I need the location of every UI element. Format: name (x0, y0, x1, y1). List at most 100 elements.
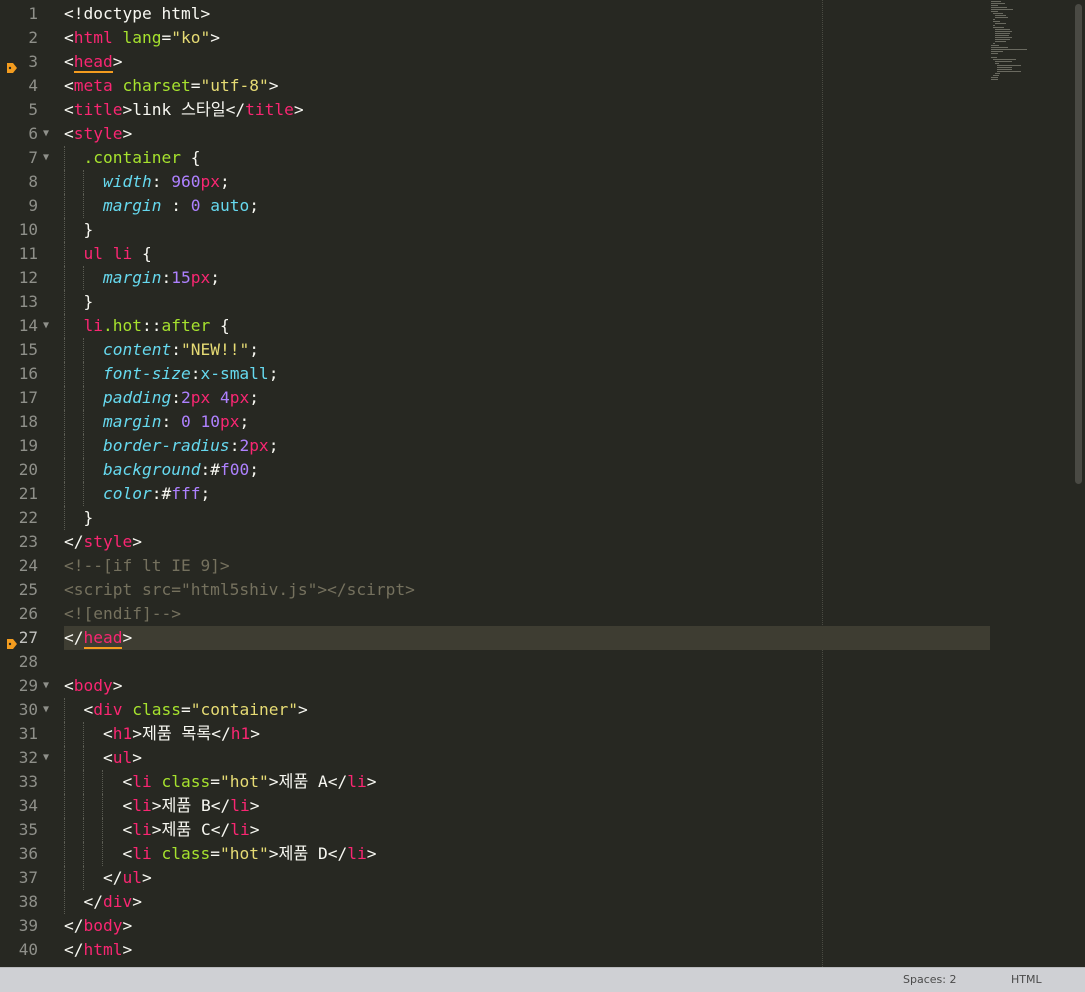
gutter-row[interactable]: 24 (0, 554, 62, 578)
gutter-row[interactable]: 38 (0, 890, 62, 914)
minimap[interactable] (988, 0, 1070, 967)
gutter-row[interactable]: 17 (0, 386, 62, 410)
code-line[interactable]: <title>link 스타일</title> (64, 98, 990, 122)
gutter-row[interactable]: 23 (0, 530, 62, 554)
code-line[interactable]: <li>제품 B</li> (64, 794, 990, 818)
fold-arrow-icon[interactable]: ▼ (43, 674, 49, 698)
code-line[interactable]: } (64, 218, 990, 242)
gutter-row[interactable]: 37 (0, 866, 62, 890)
fold-arrow-icon[interactable]: ▼ (43, 146, 49, 170)
code-line[interactable]: margin: 0 10px; (64, 410, 990, 434)
code-line[interactable]: color:#fff; (64, 482, 990, 506)
fold-arrow-icon[interactable]: ▼ (43, 746, 49, 770)
code-line[interactable]: <li class="hot">제품 A</li> (64, 770, 990, 794)
code-line[interactable]: margin : 0 auto; (64, 194, 990, 218)
code-line[interactable]: font-size:x-small; (64, 362, 990, 386)
code-token: >제품 D</ (268, 844, 348, 863)
code-line[interactable]: margin:15px; (64, 266, 990, 290)
gutter-row[interactable]: 19 (0, 434, 62, 458)
code-line[interactable]: <h1>제품 목록</h1> (64, 722, 990, 746)
gutter-row[interactable]: 4 (0, 74, 62, 98)
code-line[interactable]: padding:2px 4px; (64, 386, 990, 410)
gutter-row[interactable]: 29 ▼ (0, 674, 62, 698)
line-number: 31 (18, 724, 38, 743)
code-line[interactable]: <!doctype html> (64, 2, 990, 26)
gutter-row[interactable]: 7 ▼ (0, 146, 62, 170)
code-line[interactable]: <ul> (64, 746, 990, 770)
gutter-row[interactable]: 40 (0, 938, 62, 962)
scrollbar-thumb[interactable] (1075, 4, 1082, 484)
code-line[interactable]: li.hot::after { (64, 314, 990, 338)
gutter-row[interactable]: 3 (0, 50, 62, 74)
code-token: < (64, 772, 133, 791)
code-line[interactable]: width: 960px; (64, 170, 990, 194)
gutter-row[interactable]: 36 (0, 842, 62, 866)
gutter-row[interactable]: 11 (0, 242, 62, 266)
gutter-row[interactable]: 10 (0, 218, 62, 242)
fold-arrow-icon[interactable]: ▼ (43, 698, 49, 722)
code-area[interactable]: <!doctype html> <html lang="ko"> <head> <me… (64, 0, 994, 967)
gutter-row[interactable]: 34 (0, 794, 62, 818)
code-line[interactable]: </div> (64, 890, 990, 914)
code-line[interactable]: </head> (64, 626, 990, 650)
fold-arrow-icon[interactable]: ▼ (43, 314, 49, 338)
gutter-row[interactable]: 39 (0, 914, 62, 938)
gutter-row[interactable]: 9 (0, 194, 62, 218)
code-line[interactable] (64, 650, 990, 674)
code-editor[interactable]: 1 2 3 4 5 6 ▼ 7 ▼ 8 9 10 11 12 13 14 ▼ 15 16 17 18 19 20 21 22 23… (0, 0, 1085, 967)
line-number-gutter[interactable]: 1 2 3 4 5 6 ▼ 7 ▼ 8 9 10 11 12 13 14 ▼ 15 16 17 18 19 20 21 22 23… (0, 0, 62, 967)
gutter-row[interactable]: 8 (0, 170, 62, 194)
gutter-row[interactable]: 16 (0, 362, 62, 386)
gutter-row[interactable]: 2 (0, 26, 62, 50)
code-line[interactable]: </style> (64, 530, 990, 554)
code-line[interactable]: <meta charset="utf-8"> (64, 74, 990, 98)
code-line[interactable]: <style> (64, 122, 990, 146)
code-line[interactable]: ul li { (64, 242, 990, 266)
gutter-row[interactable]: 31 (0, 722, 62, 746)
gutter-row[interactable]: 27 (0, 626, 62, 650)
gutter-row[interactable]: 25 (0, 578, 62, 602)
code-line[interactable]: } (64, 290, 990, 314)
gutter-row[interactable]: 12 (0, 266, 62, 290)
code-line[interactable]: <body> (64, 674, 990, 698)
gutter-row[interactable]: 28 (0, 650, 62, 674)
code-line[interactable]: background:#f00; (64, 458, 990, 482)
code-line[interactable]: <html lang="ko"> (64, 26, 990, 50)
code-line[interactable]: <li>제품 C</li> (64, 818, 990, 842)
code-line[interactable]: </ul> (64, 866, 990, 890)
gutter-row[interactable]: 18 (0, 410, 62, 434)
gutter-row[interactable]: 5 (0, 98, 62, 122)
code-line[interactable]: <li class="hot">제품 D</li> (64, 842, 990, 866)
code-token: < (64, 100, 74, 119)
gutter-row[interactable]: 13 (0, 290, 62, 314)
code-line[interactable]: <head> (64, 50, 990, 74)
gutter-row[interactable]: 33 (0, 770, 62, 794)
code-line[interactable]: } (64, 506, 990, 530)
code-line[interactable]: border-radius:2px; (64, 434, 990, 458)
gutter-row[interactable]: 14 ▼ (0, 314, 62, 338)
code-line[interactable]: <script src="html5shiv.js"></scirpt> (64, 578, 990, 602)
code-line[interactable]: <![endif]--> (64, 602, 990, 626)
indentation-setting[interactable]: Spaces: 2 (903, 973, 956, 986)
syntax-selector[interactable]: HTML (1011, 973, 1042, 986)
fold-arrow-icon[interactable]: ▼ (43, 122, 49, 146)
gutter-row[interactable]: 6 ▼ (0, 122, 62, 146)
indent-guide (64, 410, 65, 434)
gutter-row[interactable]: 15 (0, 338, 62, 362)
code-line[interactable]: <div class="container"> (64, 698, 990, 722)
code-line[interactable]: .container { (64, 146, 990, 170)
gutter-row[interactable]: 21 (0, 482, 62, 506)
code-token: class (161, 772, 211, 791)
gutter-row[interactable]: 26 (0, 602, 62, 626)
code-line[interactable]: </body> (64, 914, 990, 938)
vertical-scrollbar[interactable] (1072, 0, 1085, 967)
gutter-row[interactable]: 22 (0, 506, 62, 530)
gutter-row[interactable]: 30 ▼ (0, 698, 62, 722)
code-line[interactable]: content:"NEW!!"; (64, 338, 990, 362)
gutter-row[interactable]: 35 (0, 818, 62, 842)
code-line[interactable]: </html> (64, 938, 990, 962)
gutter-row[interactable]: 20 (0, 458, 62, 482)
gutter-row[interactable]: 1 (0, 2, 62, 26)
gutter-row[interactable]: 32 ▼ (0, 746, 62, 770)
code-line[interactable]: <!--[if lt IE 9]> (64, 554, 990, 578)
